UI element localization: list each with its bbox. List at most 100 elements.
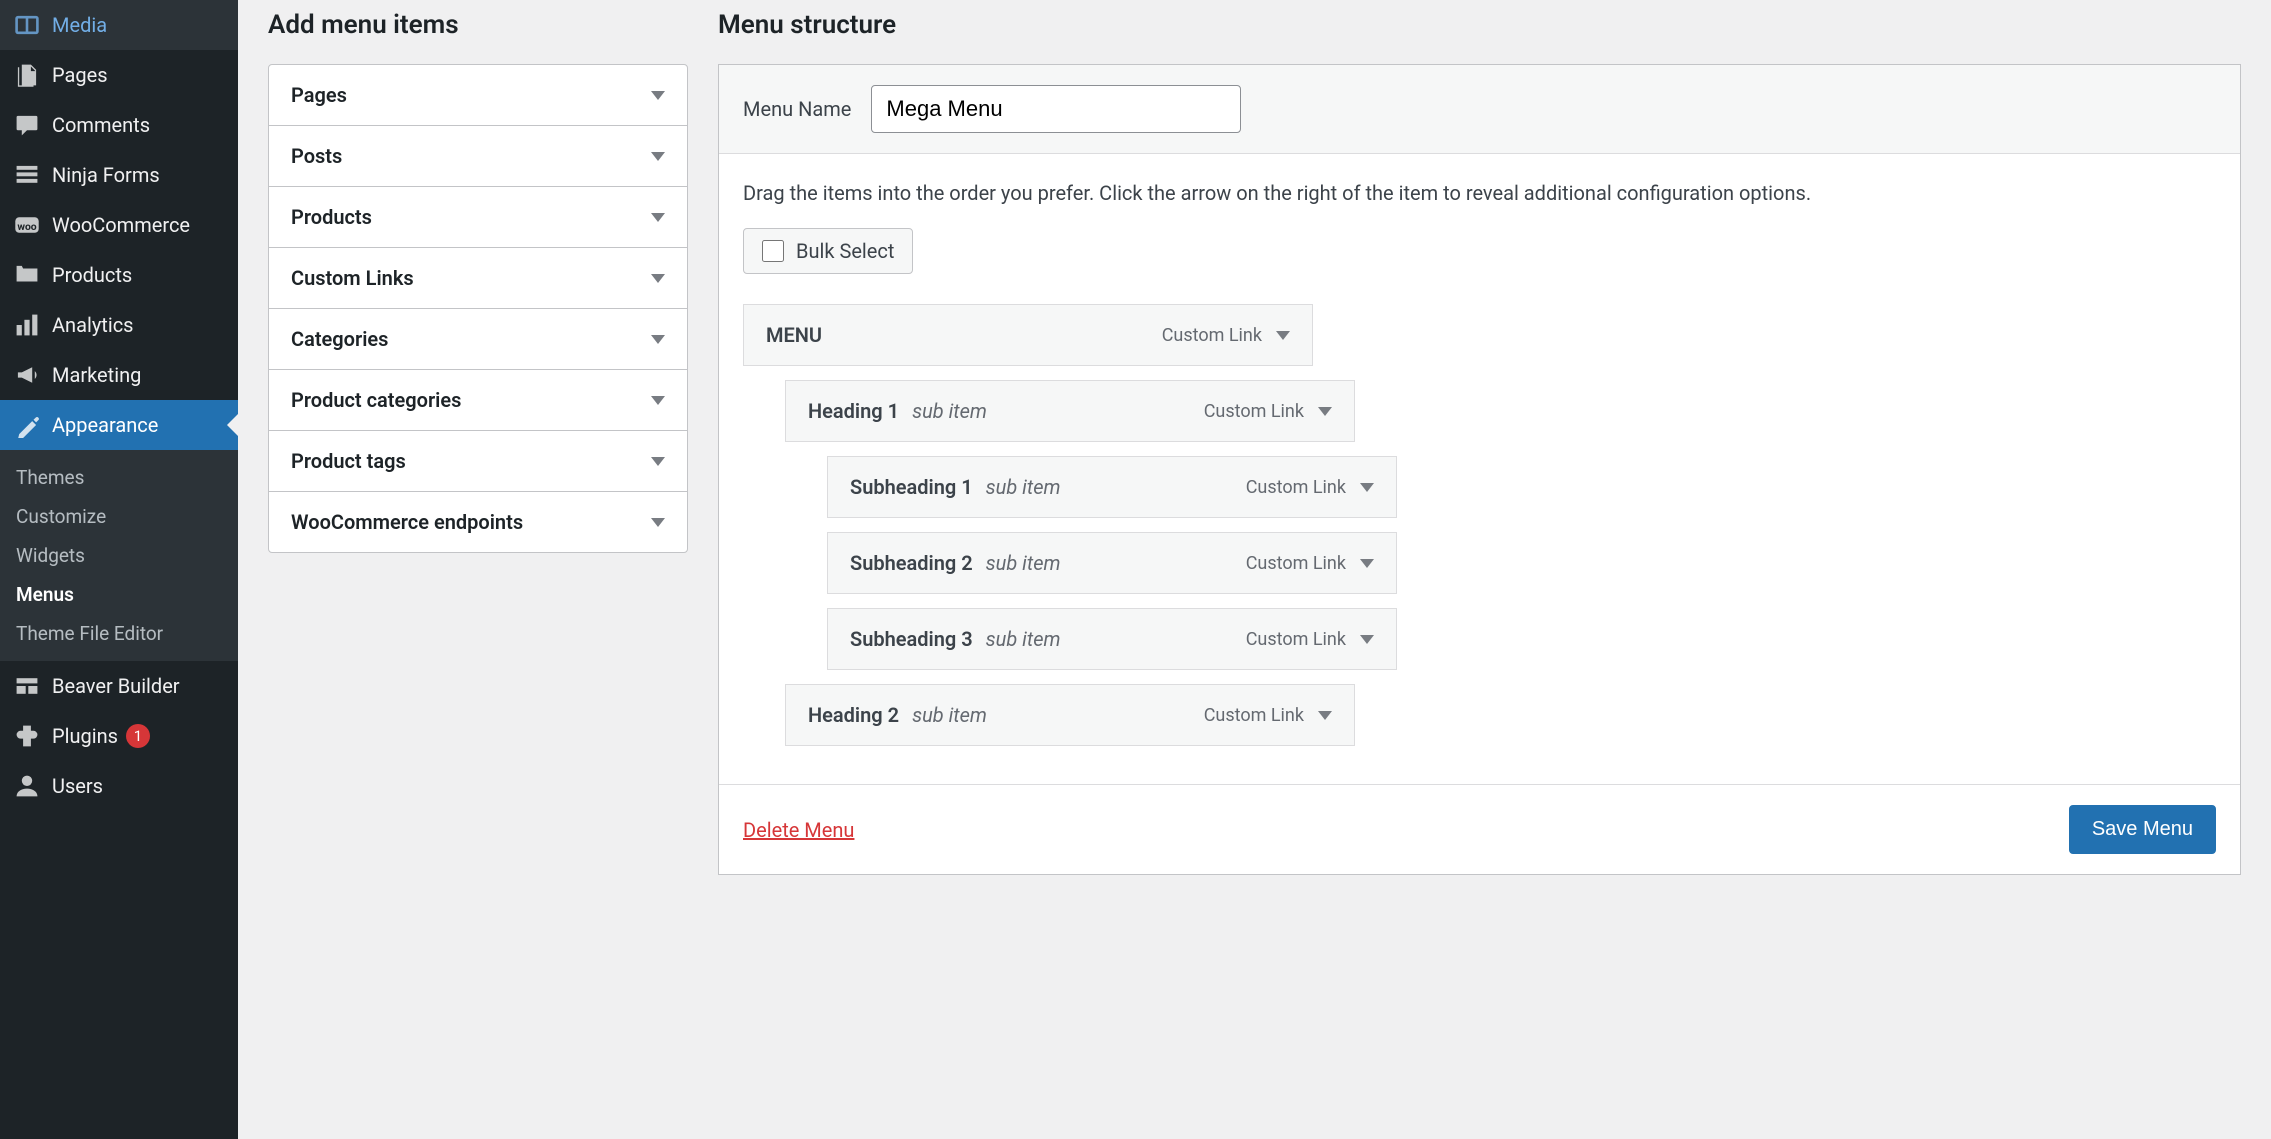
menu-item-type: Custom Link [1246, 629, 1346, 650]
sidebar-item-users[interactable]: Users [0, 761, 238, 811]
menu-item-sub: sub item [912, 703, 987, 727]
sidebar-label: Ninja Forms [52, 163, 160, 187]
accordion-custom-links[interactable]: Custom Links [269, 248, 687, 309]
menu-item-title: Subheading 1 [850, 475, 973, 499]
menu-item-type: Custom Link [1162, 325, 1262, 346]
marketing-icon [14, 362, 40, 388]
sidebar-item-comments[interactable]: Comments [0, 100, 238, 150]
submenu-customize[interactable]: Customize [0, 497, 238, 536]
menu-item-title: Subheading 2 [850, 551, 973, 575]
menu-item[interactable]: Heading 2 sub item Custom Link [785, 684, 1355, 746]
chevron-down-icon[interactable] [1276, 331, 1290, 340]
menu-structure-title: Menu structure [718, 10, 2241, 40]
menu-item-type: Custom Link [1246, 477, 1346, 498]
menu-item-sub: sub item [912, 399, 987, 423]
bulk-select-label: Bulk Select [796, 239, 894, 263]
forms-icon [14, 162, 40, 188]
chevron-down-icon[interactable] [1360, 635, 1374, 644]
chevron-down-icon[interactable] [1360, 559, 1374, 568]
accordion-label: Categories [291, 327, 388, 351]
chevron-down-icon [651, 518, 665, 527]
sidebar-label: Marketing [52, 363, 141, 387]
sidebar-label: Beaver Builder [52, 674, 180, 698]
sidebar-label: Appearance [52, 413, 158, 437]
accordion-label: Product categories [291, 388, 461, 412]
chevron-down-icon [651, 213, 665, 222]
appearance-submenu: Themes Customize Widgets Menus Theme Fil… [0, 450, 238, 661]
beaver-icon [14, 673, 40, 699]
chevron-down-icon [651, 274, 665, 283]
accordion-product-categories[interactable]: Product categories [269, 370, 687, 431]
chevron-down-icon[interactable] [1360, 483, 1374, 492]
sidebar-label: Comments [52, 113, 150, 137]
sidebar-item-appearance[interactable]: Appearance [0, 400, 238, 450]
menu-item-title: Heading 2 [808, 703, 899, 727]
chevron-down-icon[interactable] [1318, 407, 1332, 416]
menu-item-sub: sub item [986, 475, 1061, 499]
sidebar-label: Products [52, 263, 132, 287]
sidebar-item-beaver-builder[interactable]: Beaver Builder [0, 661, 238, 711]
menu-item-sources-accordion: Pages Posts Products Custom Links [268, 64, 688, 553]
menu-name-input[interactable] [871, 85, 1241, 133]
menu-item[interactable]: Subheading 3 sub item Custom Link [827, 608, 1397, 670]
submenu-menus[interactable]: Menus [0, 575, 238, 614]
admin-sidebar: Media Pages Comments Ninja Forms woo Woo… [0, 0, 238, 1139]
accordion-product-tags[interactable]: Product tags [269, 431, 687, 492]
comments-icon [14, 112, 40, 138]
sidebar-item-analytics[interactable]: Analytics [0, 300, 238, 350]
pages-icon [14, 62, 40, 88]
users-icon [14, 773, 40, 799]
accordion-woocommerce-endpoints[interactable]: WooCommerce endpoints [269, 492, 687, 552]
delete-menu-link[interactable]: Delete Menu [743, 818, 854, 842]
plugins-icon [14, 723, 40, 749]
menu-item-sub: sub item [986, 551, 1061, 575]
accordion-pages[interactable]: Pages [269, 65, 687, 126]
sidebar-item-woocommerce[interactable]: woo WooCommerce [0, 200, 238, 250]
menu-item-title: Heading 1 [808, 399, 899, 423]
bulk-select-toggle[interactable]: Bulk Select [743, 228, 913, 274]
sidebar-item-plugins[interactable]: Plugins 1 [0, 711, 238, 761]
save-menu-button[interactable]: Save Menu [2069, 805, 2216, 854]
accordion-posts[interactable]: Posts [269, 126, 687, 187]
chevron-down-icon[interactable] [1318, 711, 1332, 720]
sidebar-label: Users [52, 774, 103, 798]
submenu-theme-file-editor[interactable]: Theme File Editor [0, 614, 238, 653]
menu-item[interactable]: Heading 1 sub item Custom Link [785, 380, 1355, 442]
accordion-label: Pages [291, 83, 347, 107]
products-icon [14, 262, 40, 288]
accordion-products[interactable]: Products [269, 187, 687, 248]
sidebar-item-ninja-forms[interactable]: Ninja Forms [0, 150, 238, 200]
accordion-categories[interactable]: Categories [269, 309, 687, 370]
menu-item[interactable]: Subheading 1 sub item Custom Link [827, 456, 1397, 518]
menu-item-type: Custom Link [1204, 705, 1304, 726]
chevron-down-icon [651, 457, 665, 466]
chevron-down-icon [651, 335, 665, 344]
media-icon [14, 12, 40, 38]
plugins-update-badge: 1 [126, 724, 150, 748]
sidebar-item-pages[interactable]: Pages [0, 50, 238, 100]
menu-item[interactable]: Subheading 2 sub item Custom Link [827, 532, 1397, 594]
sidebar-label: Pages [52, 63, 108, 87]
chevron-down-icon [651, 396, 665, 405]
appearance-icon [14, 412, 40, 438]
menu-item-title: MENU [766, 323, 822, 347]
submenu-widgets[interactable]: Widgets [0, 536, 238, 575]
sidebar-label: Plugins [52, 724, 118, 748]
accordion-label: Custom Links [291, 266, 414, 290]
accordion-label: Product tags [291, 449, 406, 473]
panel-header: Menu Name [719, 65, 2240, 154]
sidebar-label: Analytics [52, 313, 134, 337]
svg-text:woo: woo [17, 220, 36, 233]
sidebar-item-products[interactable]: Products [0, 250, 238, 300]
instructions-text: Drag the items into the order you prefer… [743, 178, 2216, 208]
main-content: Add menu items Pages Posts Products [238, 0, 2271, 1139]
sidebar-item-media[interactable]: Media [0, 0, 238, 50]
bulk-select-checkbox[interactable] [762, 240, 784, 262]
menu-structure-panel: Menu Name Drag the items into the order … [718, 64, 2241, 875]
panel-footer: Delete Menu Save Menu [719, 784, 2240, 874]
submenu-themes[interactable]: Themes [0, 458, 238, 497]
sidebar-item-marketing[interactable]: Marketing [0, 350, 238, 400]
menu-item-type: Custom Link [1246, 553, 1346, 574]
analytics-icon [14, 312, 40, 338]
menu-item[interactable]: MENU Custom Link [743, 304, 1313, 366]
